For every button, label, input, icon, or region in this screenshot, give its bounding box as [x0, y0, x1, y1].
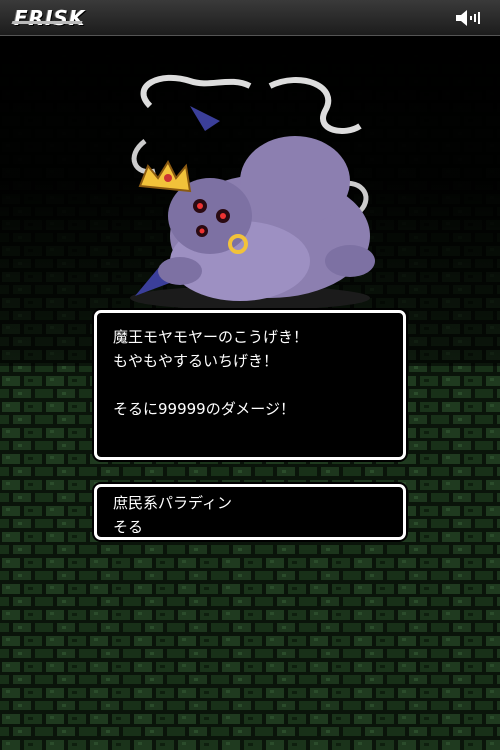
logo-stripe [11, 21, 83, 24]
battle-message-line-1: 魔王モヤモヤーのこうげき！ [113, 328, 309, 346]
hero-class-name: 庶民系パラディン [113, 494, 232, 512]
hero-name: そる [113, 518, 144, 536]
battle-stage[interactable]: 魔王モヤモヤーのこうげき！ もやもやするいちげき！ そるに99999のダメージ！… [0, 36, 500, 750]
top-bar: FRISK [0, 0, 500, 36]
speaker-volume-icon[interactable] [454, 7, 484, 29]
battle-message-line-2: もやもやするいちげき！ [113, 352, 279, 370]
battle-message-line-3: そるに99999のダメージ！ [113, 400, 295, 418]
purple-demon-king-monster-icon[interactable] [120, 66, 380, 316]
battle-message-window: 魔王モヤモヤーのこうげき！ もやもやするいちげき！ そるに99999のダメージ！ [94, 310, 406, 460]
party-status-window: 庶民系パラディン そる [94, 484, 406, 540]
frisk-logo: FRISK [14, 6, 86, 30]
